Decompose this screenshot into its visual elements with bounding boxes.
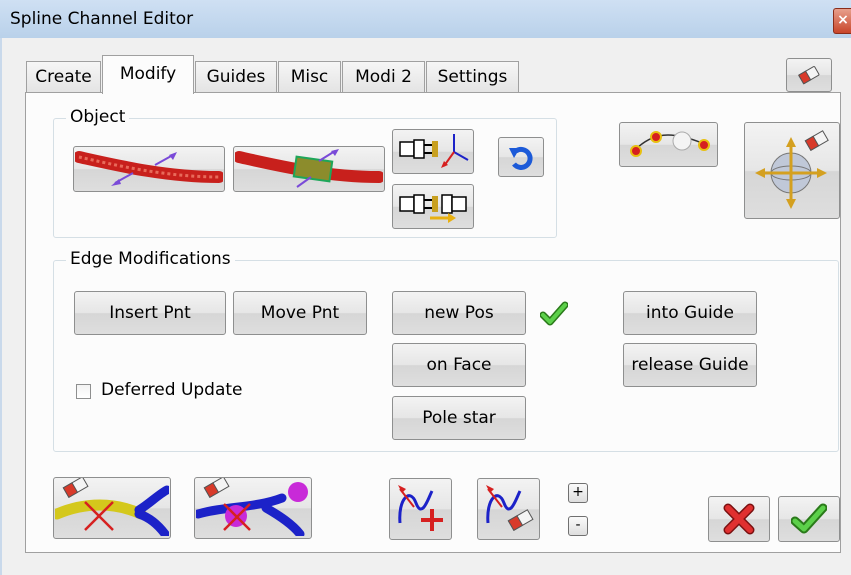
tab-create[interactable]: Create: [26, 61, 101, 92]
pole-star-button[interactable]: Pole star: [392, 396, 526, 440]
title-bar: Spline Channel Editor ×: [0, 0, 851, 39]
window-title: Spline Channel Editor: [10, 9, 194, 29]
tab-guides[interactable]: Guides: [195, 61, 277, 92]
transform-gizmo-icon: [755, 130, 829, 209]
move-pnt-button[interactable]: Move Pnt: [233, 291, 367, 335]
curve-erase-icon: [485, 485, 534, 532]
into-guide-button[interactable]: into Guide: [623, 291, 757, 335]
deferred-update-checkbox[interactable]: [76, 384, 91, 399]
scale-spline-button[interactable]: [73, 146, 225, 192]
undo-button[interactable]: [498, 137, 544, 177]
new-pos-button[interactable]: new Pos: [392, 291, 526, 335]
tab-settings[interactable]: Settings: [426, 61, 519, 92]
deferred-update-label: Deferred Update: [101, 380, 243, 400]
red-x-icon: [723, 503, 755, 535]
close-button[interactable]: ×: [833, 8, 851, 34]
release-guide-button[interactable]: release Guide: [623, 343, 757, 387]
close-icon: ×: [837, 12, 849, 28]
tab-modi-2[interactable]: Modi 2: [342, 61, 425, 92]
insert-pnt-button[interactable]: Insert Pnt: [74, 291, 226, 335]
increment-button[interactable]: +: [568, 483, 588, 503]
connect-plug-button[interactable]: [392, 184, 474, 229]
scale-segment-button[interactable]: [233, 146, 385, 192]
ok-button[interactable]: [778, 496, 840, 542]
plug-connect-icon: [399, 194, 467, 223]
decrement-button[interactable]: -: [568, 516, 588, 536]
undo-icon: [509, 146, 533, 170]
cancel-button[interactable]: [708, 496, 770, 542]
eraser-icon: [798, 66, 820, 85]
delete-spline-icon: [55, 478, 169, 536]
tab-modify[interactable]: Modify: [102, 55, 194, 94]
connect-axis-button[interactable]: [392, 129, 474, 174]
tab-misc[interactable]: Misc: [278, 61, 341, 92]
add-curve-point-button[interactable]: [389, 478, 452, 540]
on-face-button[interactable]: on Face: [392, 343, 526, 387]
green-check-icon: [791, 503, 827, 534]
curve-add-icon: [397, 485, 443, 531]
blend-points-button[interactable]: [619, 122, 718, 167]
plug-axis-icon: [399, 134, 469, 168]
delete-joint-icon: [196, 478, 308, 536]
delete-spline-button[interactable]: [53, 477, 171, 539]
delete-joint-button[interactable]: [194, 477, 312, 539]
spline-scale-icon: [75, 151, 223, 186]
reset-button[interactable]: [786, 58, 832, 92]
erase-curve-point-button[interactable]: [477, 478, 540, 540]
edge-modifications-label: Edge Modifications: [66, 249, 235, 269]
new-pos-check-icon: [539, 301, 569, 331]
manipulator-button[interactable]: [744, 122, 840, 219]
object-group-label: Object: [66, 107, 130, 127]
spline-segment-scale-icon: [235, 149, 383, 188]
point-blend-icon: [629, 131, 710, 157]
